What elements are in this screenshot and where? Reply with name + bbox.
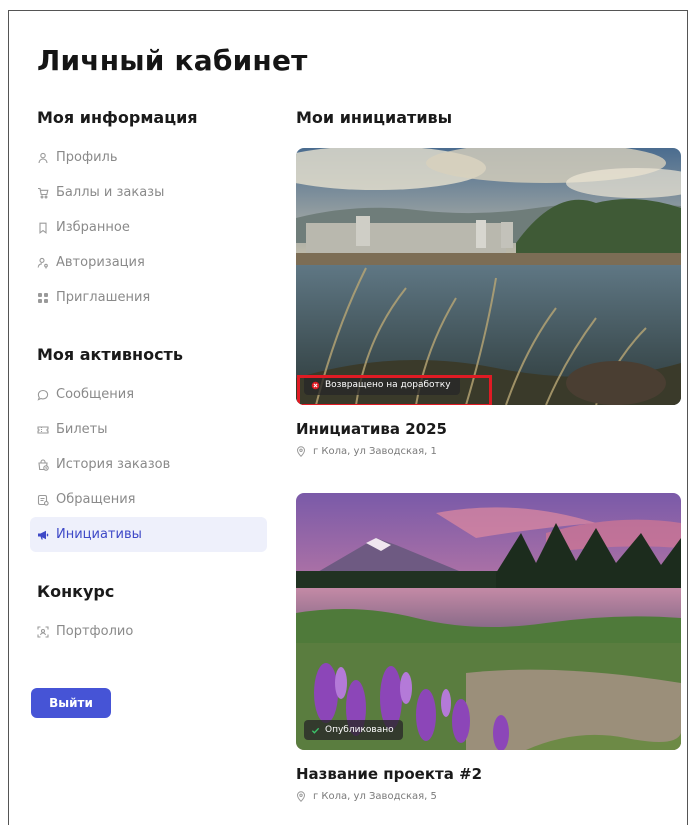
location-pin-icon <box>296 446 306 457</box>
bookmark-icon <box>37 222 49 234</box>
nav-list-contest: Портфолио <box>30 614 270 649</box>
sidebar-item-favorites[interactable]: Избранное <box>30 210 270 245</box>
sidebar-item-label: Билеты <box>56 422 108 437</box>
sidebar: Моя информация Профиль Баллы и заказы Из… <box>30 106 270 649</box>
sidebar-item-appeals[interactable]: Обращения <box>30 482 270 517</box>
initiatives-title: Мои инициативы <box>296 108 453 127</box>
sidebar-item-tickets[interactable]: Билеты <box>30 412 270 447</box>
initiative-image-city-lake[interactable]: Возвращено на доработку <box>296 148 681 405</box>
sidebar-item-messages[interactable]: Сообщения <box>30 377 270 412</box>
check-icon <box>311 726 320 735</box>
sidebar-item-label: Избранное <box>56 220 130 235</box>
initiative-image-mountain-lake[interactable]: Опубликовано <box>296 493 681 750</box>
sidebar-item-profile[interactable]: Профиль <box>30 140 270 175</box>
cart-icon <box>37 187 49 199</box>
initiative-address: г Кола, ул Заводская, 1 <box>296 446 681 457</box>
sidebar-item-label: История заказов <box>56 457 171 472</box>
sidebar-item-portfolio[interactable]: Портфолио <box>30 614 270 649</box>
status-badge-published: Опубликовано <box>304 720 403 740</box>
city-lake-photo <box>296 148 681 405</box>
sidebar-item-label: Авторизация <box>56 255 145 270</box>
user-icon <box>37 152 49 164</box>
sidebar-item-invitations[interactable]: Приглашения <box>30 280 270 315</box>
status-highlight-box <box>297 375 492 405</box>
sidebar-item-label: Портфолио <box>56 624 134 639</box>
initiative-address: г Кола, ул Заводская, 5 <box>296 791 681 802</box>
order-history-icon <box>37 458 49 471</box>
address-text: г Кола, ул Заводская, 5 <box>313 791 437 802</box>
sidebar-item-label: Обращения <box>56 492 136 507</box>
megaphone-icon <box>37 529 49 541</box>
sidebar-item-points-orders[interactable]: Баллы и заказы <box>30 175 270 210</box>
initiative-card[interactable]: Возвращено на доработку Инициатива 2025 … <box>296 148 681 457</box>
portfolio-icon <box>37 625 49 638</box>
sidebar-item-authorization[interactable]: Авторизация <box>30 245 270 280</box>
initiative-title[interactable]: Инициатива 2025 <box>296 418 681 440</box>
initiative-title[interactable]: Название проекта #2 <box>296 763 681 785</box>
grid-icon <box>37 292 49 304</box>
sidebar-item-label: Инициативы <box>56 527 142 542</box>
logout-button[interactable]: Выйти <box>31 688 111 718</box>
section-title-my-info: Моя информация <box>37 108 198 127</box>
section-title-contest: Конкурс <box>37 582 115 601</box>
initiative-card[interactable]: Опубликовано Название проекта #2 г Кола,… <box>296 493 681 802</box>
ticket-icon <box>37 424 49 436</box>
nav-list-my-info: Профиль Баллы и заказы Избранное Авториз… <box>30 140 270 315</box>
user-key-icon <box>37 257 49 269</box>
sidebar-item-order-history[interactable]: История заказов <box>30 447 270 482</box>
page-title: Личный кабинет <box>37 44 308 77</box>
sidebar-item-label: Сообщения <box>56 387 135 402</box>
appeal-icon <box>37 494 49 506</box>
nav-list-my-activity: Сообщения Билеты История заказов Обращен… <box>30 377 270 552</box>
status-badge-label: Опубликовано <box>325 725 394 735</box>
sidebar-item-label: Баллы и заказы <box>56 185 165 200</box>
chat-icon <box>37 389 49 401</box>
section-title-my-activity: Моя активность <box>37 345 183 364</box>
sidebar-item-initiatives[interactable]: Инициативы <box>30 517 267 552</box>
sidebar-item-label: Приглашения <box>56 290 151 305</box>
mountain-lake-photo <box>296 493 681 750</box>
sidebar-item-label: Профиль <box>56 150 118 165</box>
address-text: г Кола, ул Заводская, 1 <box>313 446 437 457</box>
location-pin-icon <box>296 791 306 802</box>
